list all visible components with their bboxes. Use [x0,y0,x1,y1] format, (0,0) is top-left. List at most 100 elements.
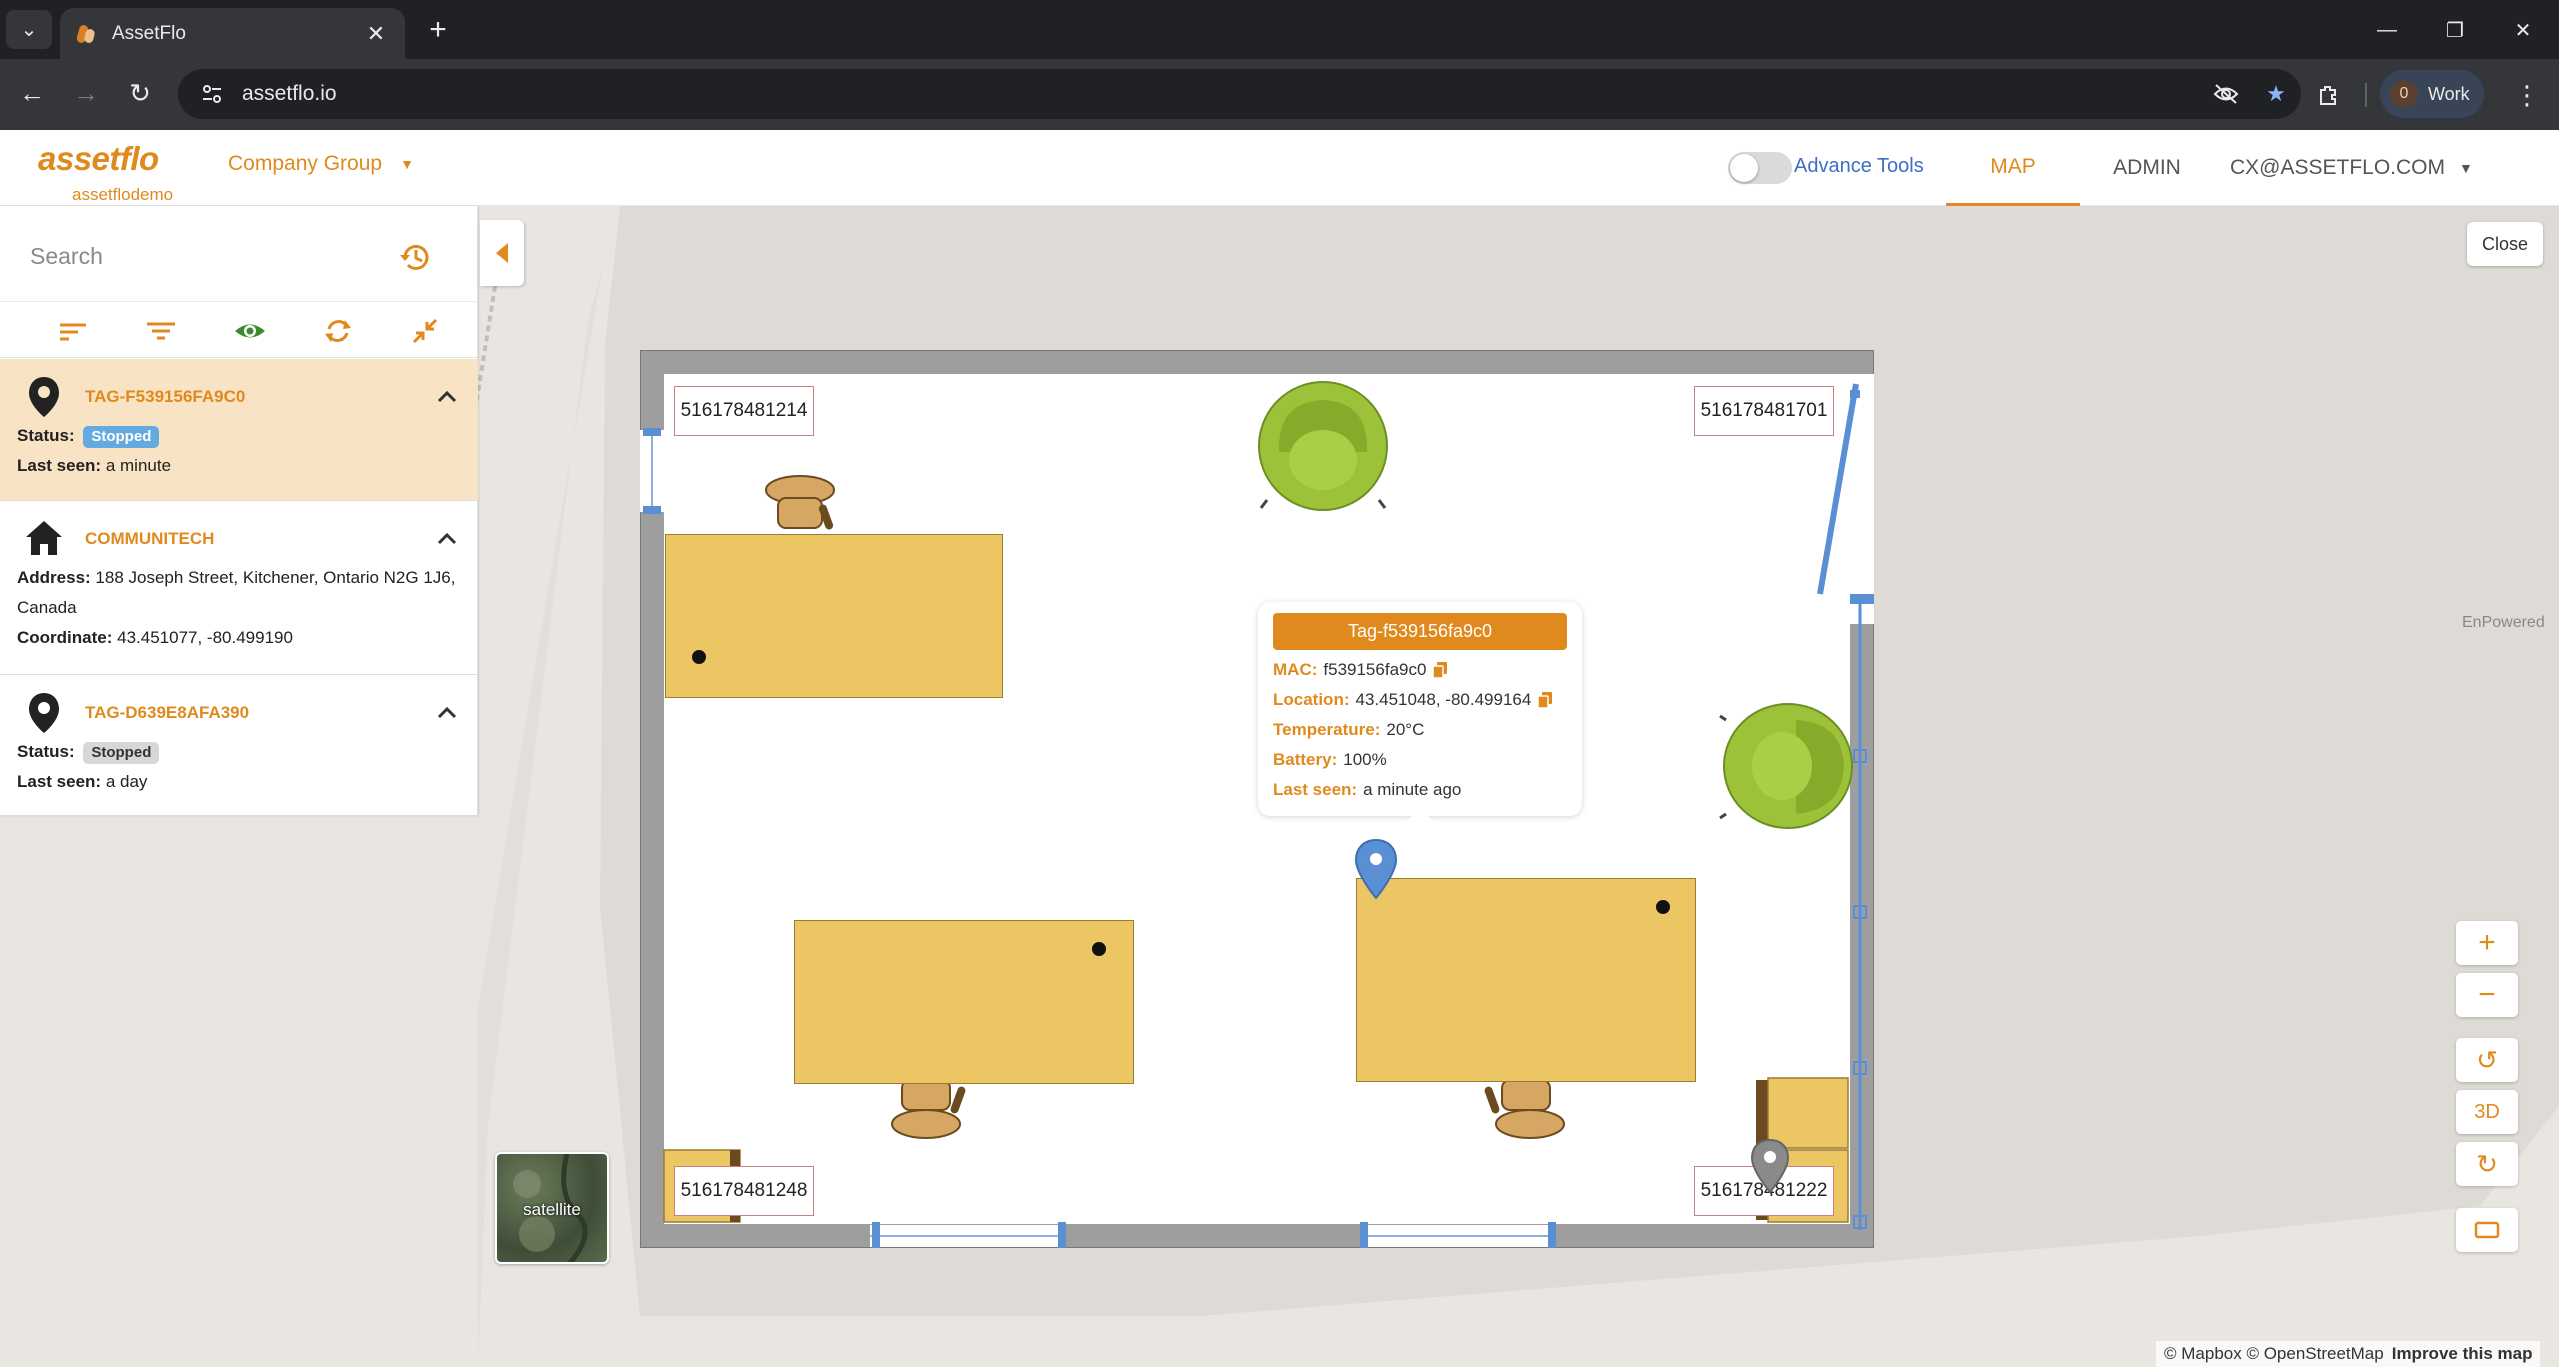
extensions-icon[interactable] [2306,73,2350,117]
device-marker-dot[interactable] [1092,942,1106,956]
selected-tag-pin-icon[interactable] [1354,838,1398,900]
bookmark-star-icon[interactable]: ★ [2251,74,2301,114]
satellite-toggle[interactable]: satellite [495,1152,609,1264]
user-menu[interactable]: CX@ASSETFLO.COM ▼ [2230,130,2473,206]
collapse-all-icon[interactable] [408,316,442,346]
assetflo-favicon-icon [75,23,96,45]
refresh-icon[interactable] [321,316,355,346]
tab-close-icon[interactable]: ✕ [363,21,389,47]
new-tab-button[interactable]: + [420,12,456,48]
chevron-down-icon: ⌄ [20,19,38,41]
rotate-right-button[interactable]: ↻ [2456,1142,2518,1186]
toggle-knob [1730,154,1758,182]
desk-1[interactable] [665,534,1003,698]
address-line: Address: 188 Joseph Street, Kitchener, O… [17,563,462,623]
popup-temperature-row: Temperature: 20°C [1273,720,1424,740]
rotate-left-button[interactable]: ↺ [2456,1038,2518,1082]
sensor-label[interactable]: 516178481701 [1694,386,1834,436]
satellite-label: satellite [523,1200,581,1219]
window-close-icon[interactable]: ✕ [2493,10,2553,50]
armchair-top [1258,381,1388,511]
copy-icon[interactable] [1432,661,1448,679]
coordinate-line: Coordinate: 43.451077, -80.499190 [17,623,462,653]
asset-title[interactable]: TAG-F539156FA9C0 [85,387,245,407]
profile-button[interactable]: 0 Work [2380,70,2484,118]
status-line: Status: Stopped [17,737,462,767]
caret-left-icon [496,243,508,263]
history-icon[interactable] [398,240,432,274]
temperature-label: Temperature: [1273,720,1381,739]
eye-off-icon[interactable] [2201,74,2251,114]
tag-popup: Tag-f539156fa9c0 MAC: f539156fa9c0 Locat… [1258,602,1582,837]
tag-pin-icon[interactable] [1750,1138,1790,1194]
desk-2[interactable] [794,920,1134,1084]
search-input[interactable] [30,236,370,276]
asset-title[interactable]: TAG-D639E8AFA390 [85,703,249,723]
profile-count: 0 [2390,80,2418,108]
map-attribution: © Mapbox © OpenStreetMap Improve this ma… [2156,1341,2541,1367]
sidebar-collapse-button[interactable] [480,220,524,286]
sort-icon[interactable] [56,316,90,346]
mac-value: f539156fa9c0 [1323,660,1427,679]
status-badge: Stopped [83,426,160,448]
home-icon [26,521,62,555]
location-list-item[interactable]: COMMUNITECH Address: 188 Joseph Street, … [0,501,478,675]
more-vert-icon[interactable]: ⋮ [2505,73,2549,117]
attribution-text[interactable]: © Mapbox © OpenStreetMap [2164,1344,2384,1364]
mac-label: MAC: [1273,660,1318,679]
chevron-up-icon[interactable] [434,529,460,549]
chevron-up-icon[interactable] [434,703,460,723]
browser-tab[interactable]: AssetFlo ✕ [60,8,405,59]
nav-map[interactable]: MAP [1946,130,2080,206]
popup-location-row: Location: 43.451048, -80.499164 [1273,690,1553,710]
nav-admin[interactable]: ADMIN [2090,130,2204,206]
company-group-dropdown[interactable]: Company Group ▼ [228,152,414,176]
asset-list-item[interactable]: TAG-D639E8AFA390 Status: Stopped Last se… [0,675,478,816]
restore-icon[interactable]: ❐ [2425,10,2485,50]
advance-tools-label[interactable]: Advance Tools [1794,155,1924,178]
device-marker-dot[interactable] [692,650,706,664]
caret-down-icon: ▼ [400,156,414,172]
device-marker-dot[interactable] [1656,900,1670,914]
logo-text: assetflo [38,140,159,177]
chevron-up-icon[interactable] [434,387,460,407]
search-row [0,206,478,302]
last-seen-label: Last seen: [1273,780,1358,799]
assetflo-logo[interactable]: assetflo assetflodemo [38,140,188,204]
filter-icon[interactable] [144,316,178,346]
forward-arrow-icon[interactable]: → [66,73,106,113]
tab-search-button[interactable]: ⌄ [6,10,52,49]
3d-toggle-button[interactable]: 3D [2456,1090,2518,1134]
asset-list-item[interactable]: TAG-F539156FA9C0 Status: Stopped Last se… [0,359,478,501]
close-button[interactable]: Close [2467,222,2543,266]
asset-sidebar: TAG-F539156FA9C0 Status: Stopped Last se… [0,206,478,816]
rotate-right-icon: ↻ [2476,1148,2498,1179]
status-badge: Stopped [83,742,160,764]
reload-icon[interactable]: ↻ [120,73,160,113]
url-text[interactable]: assetflo.io [242,82,2201,106]
improve-map-link[interactable]: Improve this map [2392,1344,2533,1364]
sensor-label[interactable]: 516178481248 [674,1166,814,1216]
location-pin-icon [29,377,59,417]
desk-3[interactable] [1356,878,1696,1082]
zoom-out-button[interactable]: − [2456,973,2518,1017]
popup-mac-row: MAC: f539156fa9c0 [1273,660,1448,680]
floor-plan: 516178481214 516178481701 516178481248 5… [640,350,1874,1248]
popup-last-seen-row: Last seen: a minute ago [1273,780,1461,800]
zoom-in-button[interactable]: + [2456,921,2518,965]
address-bar[interactable]: assetflo.io ★ [178,69,2301,119]
popup-title[interactable]: Tag-f539156fa9c0 [1273,613,1567,650]
fullscreen-button[interactable] [2456,1208,2518,1252]
advance-tools-toggle[interactable] [1728,152,1792,184]
last-seen-label: Last seen: [17,456,102,475]
sensor-label[interactable]: 516178481214 [674,386,814,436]
status-label: Status: [17,742,75,761]
site-info-icon[interactable] [198,80,226,108]
back-arrow-icon[interactable]: ← [12,73,52,113]
location-title[interactable]: COMMUNITECH [85,529,214,549]
copy-icon[interactable] [1537,691,1553,709]
user-email: CX@ASSETFLO.COM [2230,156,2446,179]
last-seen-line: Last seen: a minute [17,451,462,481]
minimize-icon[interactable]: — [2357,10,2417,50]
eye-icon[interactable] [233,316,267,346]
